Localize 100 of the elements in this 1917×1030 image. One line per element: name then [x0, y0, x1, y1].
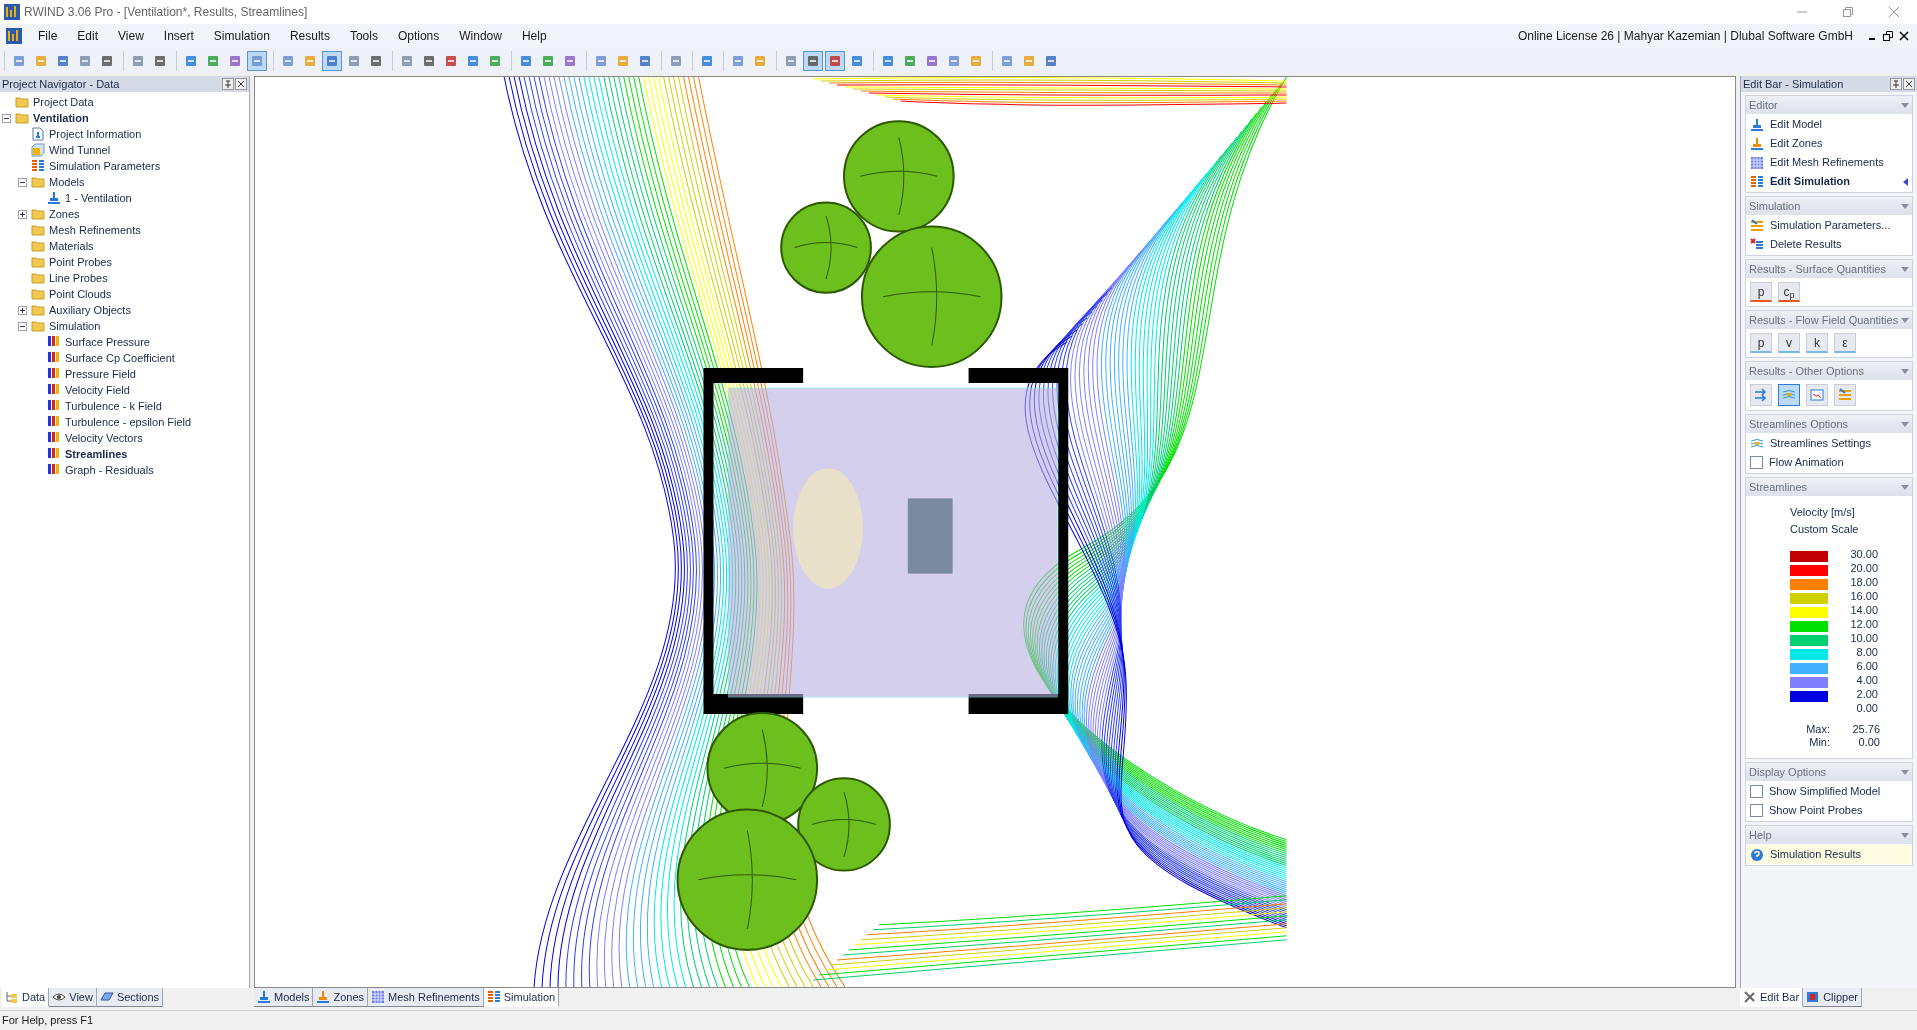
section-header[interactable]: Streamlines	[1746, 478, 1912, 496]
checkbox[interactable]	[1750, 785, 1763, 798]
menu-item[interactable]: Simulation	[203, 27, 280, 45]
checkbox-label[interactable]: Show Point Probes	[1769, 802, 1863, 819]
quantity-button[interactable]: p	[1750, 282, 1772, 302]
tool-icon	[925, 54, 939, 68]
app-logo-icon	[4, 4, 20, 20]
menu-item[interactable]: Tools	[339, 27, 388, 45]
expand-toggle[interactable]	[18, 305, 27, 315]
license-text: Online License 26 | Mahyar Kazemian | Dlubal Software GmbH	[1517, 28, 1853, 45]
quantity-button[interactable]: v	[1778, 333, 1800, 353]
tree-item[interactable]: Materials	[49, 237, 94, 255]
section-header[interactable]: Simulation	[1746, 197, 1912, 215]
bottom-tab[interactable]: Clipper	[1803, 988, 1862, 1007]
quantity-button[interactable]: k	[1806, 333, 1828, 353]
tree-item[interactable]: Project Information	[49, 125, 142, 143]
bottom-tab[interactable]: View	[49, 988, 97, 1007]
section-header[interactable]: Editor	[1746, 96, 1912, 114]
section-header[interactable]: Results - Surface Quantities	[1746, 260, 1912, 278]
tree-item[interactable]: Models	[49, 173, 85, 191]
bottom-tab[interactable]: Data	[2, 988, 50, 1007]
collapse-toggle[interactable]	[2, 113, 11, 123]
close-icon[interactable]	[1903, 78, 1915, 90]
tree-item[interactable]: Graph - Residuals	[65, 461, 154, 479]
legend-title: Velocity [m/s]	[1790, 505, 1856, 520]
close-icon[interactable]	[235, 78, 247, 90]
collapse-toggle[interactable]	[18, 321, 27, 331]
checkbox[interactable]	[1750, 804, 1763, 817]
toolbar-button[interactable]	[322, 51, 342, 71]
menu-item[interactable]: Insert	[153, 27, 204, 45]
expand-toggle[interactable]	[18, 209, 27, 219]
edit-bar-link[interactable]: Streamlines Settings	[1770, 435, 1871, 452]
tree-item[interactable]: 1 - Ventilation	[65, 189, 132, 207]
edit-bar-link[interactable]: Delete Results	[1770, 236, 1842, 253]
model-icon	[1750, 136, 1764, 151]
document-menu-icon[interactable]	[6, 28, 22, 44]
section-header[interactable]: Help	[1746, 826, 1912, 844]
pin-icon[interactable]	[222, 78, 234, 90]
tree-item[interactable]: Surface Pressure	[65, 333, 150, 351]
option-button[interactable]	[1778, 384, 1800, 406]
bottom-tab[interactable]: Sections	[96, 988, 164, 1007]
tree-item[interactable]: Surface Cp Coefficient	[65, 349, 175, 367]
menu-item[interactable]: File	[28, 27, 68, 45]
caret-icon	[1901, 769, 1909, 775]
tree-item[interactable]: Streamlines	[65, 445, 128, 463]
tree-item[interactable]: Wind Tunnel	[49, 141, 111, 159]
section-header[interactable]: Results - Other Options	[1746, 362, 1912, 380]
pin-icon[interactable]	[1890, 78, 1902, 90]
tree-item[interactable]: Line Probes	[49, 269, 108, 287]
edit-bar-link[interactable]: Edit Model	[1770, 116, 1822, 133]
tree-item[interactable]: Velocity Vectors	[65, 429, 143, 447]
tree-item[interactable]: Pressure Field	[65, 365, 136, 383]
quantity-button[interactable]: p	[1750, 333, 1772, 353]
bottom-tab[interactable]: Mesh Refinements	[368, 988, 484, 1007]
quantity-button[interactable]: c$_{p}$	[1778, 282, 1800, 302]
tool-icon	[131, 54, 145, 68]
toolbar-button[interactable]	[825, 51, 845, 71]
menu-item[interactable]: Results	[279, 27, 340, 45]
bottom-tab[interactable]: Edit Bar	[1740, 988, 1804, 1007]
tree-item[interactable]: Simulation Parameters	[49, 157, 161, 175]
restore-icon[interactable]	[1883, 31, 1893, 41]
menu-item[interactable]: Edit	[67, 27, 109, 45]
menu-item[interactable]: View	[108, 27, 154, 45]
toolbar-button[interactable]	[247, 51, 267, 71]
edit-bar-link[interactable]: Edit Mesh Refinements	[1770, 154, 1884, 171]
collapse-toggle[interactable]	[18, 177, 27, 187]
tree-item[interactable]: Simulation	[49, 317, 101, 335]
tree-item[interactable]: Auxiliary Objects	[49, 301, 131, 319]
option-button[interactable]	[1750, 384, 1772, 406]
tree-item[interactable]: Project Data	[33, 93, 94, 111]
edit-bar-link[interactable]: Edit Zones	[1770, 135, 1823, 152]
tree-item[interactable]: Turbulence - k Field	[65, 397, 162, 415]
tree-item[interactable]: Turbulence - epsilon Field	[65, 413, 192, 431]
menu-item[interactable]: Options	[387, 27, 450, 45]
option-button[interactable]	[1834, 384, 1856, 406]
checkbox-label[interactable]: Flow Animation	[1769, 454, 1844, 471]
section-header[interactable]: Streamlines Options	[1746, 415, 1912, 433]
edit-bar-link[interactable]: Simulation Parameters...	[1770, 217, 1891, 234]
section-header[interactable]: Display Options	[1746, 763, 1912, 781]
bottom-tab[interactable]: Simulation	[483, 988, 560, 1007]
checkbox-label[interactable]: Show Simplified Model	[1769, 783, 1881, 800]
bottom-tab[interactable]: Zones	[313, 988, 369, 1007]
tree-item[interactable]: Ventilation	[33, 109, 89, 127]
toolbar-button[interactable]	[803, 51, 823, 71]
option-button[interactable]	[1806, 384, 1828, 406]
edit-bar-link[interactable]: Edit Simulation	[1770, 173, 1851, 190]
folder-icon	[31, 223, 45, 237]
tree-item[interactable]: Zones	[49, 205, 80, 223]
quantity-button[interactable]: ε	[1834, 333, 1856, 353]
tool-icon	[700, 54, 714, 68]
checkbox[interactable]	[1750, 456, 1763, 469]
bottom-tab[interactable]: Models	[254, 988, 314, 1007]
section-header[interactable]: Results - Flow Field Quantities	[1746, 311, 1912, 329]
menu-item[interactable]: Help	[511, 27, 557, 45]
tree-item[interactable]: Point Probes	[49, 253, 112, 271]
menu-item[interactable]: Window	[449, 27, 512, 45]
tree-item[interactable]: Point Clouds	[49, 285, 112, 303]
close-icon[interactable]	[1899, 31, 1909, 41]
tree-item[interactable]: Mesh Refinements	[49, 221, 141, 239]
tree-item[interactable]: Velocity Field	[65, 381, 130, 399]
